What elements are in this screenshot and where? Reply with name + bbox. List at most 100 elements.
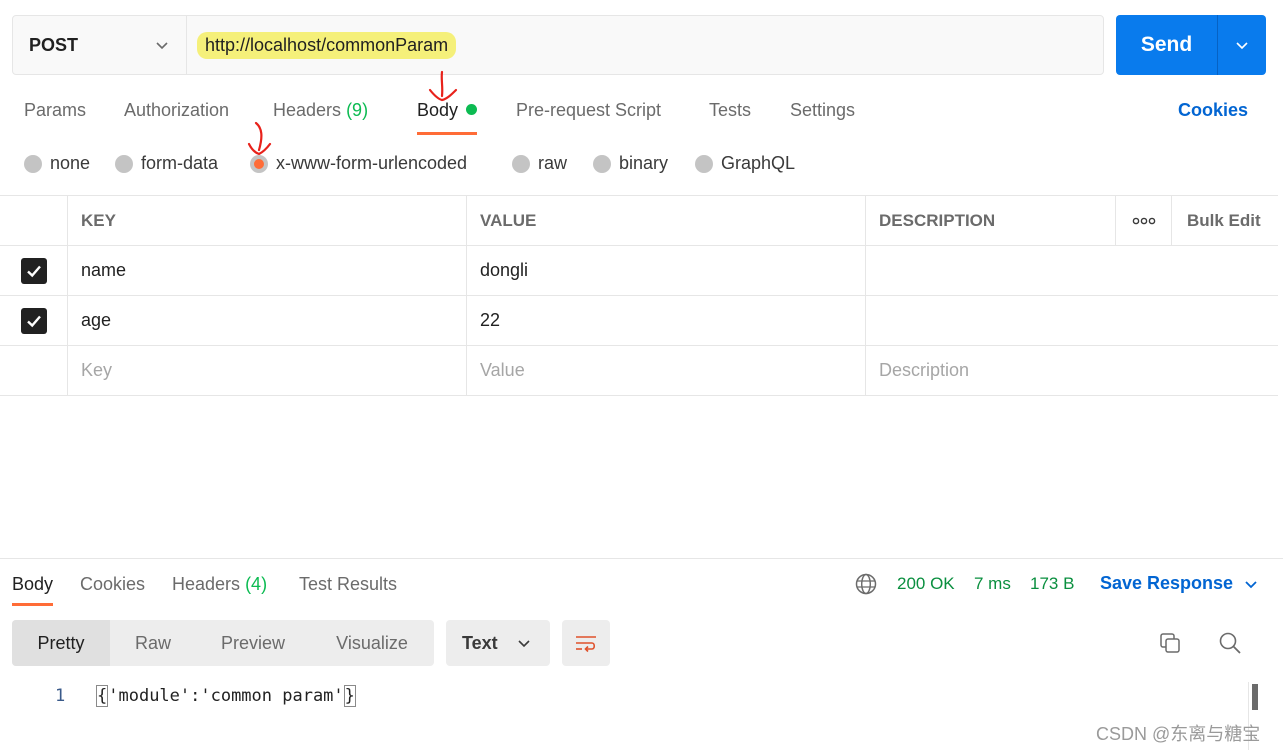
new-key-input[interactable]: Key [68,346,467,395]
tab-settings[interactable]: Settings [790,100,855,121]
radio-dot-icon [24,154,42,173]
wrap-lines-button[interactable] [562,620,610,666]
bulk-edit-button[interactable]: Bulk Edit [1172,196,1278,245]
radio-dot-icon [115,154,133,173]
method-label: POST [29,34,79,55]
close-brace: } [343,685,356,707]
view-pretty[interactable]: Pretty [12,620,110,666]
status-code[interactable]: 200 OK [897,574,955,594]
chevron-down-icon [1236,42,1248,50]
radio-dot-icon [512,154,530,173]
row-key-cell[interactable]: age [68,296,467,345]
radio-form-data[interactable]: form-data [115,153,218,174]
row-description-cell[interactable] [866,296,1278,345]
open-brace: { [96,685,109,707]
send-button[interactable]: Send [1116,15,1218,75]
response-time[interactable]: 7 ms [974,574,1011,594]
response-tab-cookies[interactable]: Cookies [80,574,145,595]
watermark: CSDN @东离与糖宝 [1096,724,1261,744]
method-select[interactable]: POST [13,16,187,74]
row-checkbox[interactable] [20,257,47,284]
table-row-new: Key Value Description [0,346,1278,396]
tab-headers-count: (9) [346,100,369,120]
column-header-key: KEY [68,196,467,245]
radio-urlencoded-label: x-www-form-urlencoded [276,153,468,173]
copy-button[interactable] [1155,628,1185,658]
tab-headers[interactable]: Headers (9) [273,100,368,121]
response-format-select[interactable]: Text [446,620,550,666]
row-checkbox[interactable] [20,307,47,334]
response-content: 'module':'common param' [108,686,344,706]
radio-dot-icon [695,154,713,173]
radio-dot-icon [593,154,611,173]
chevron-down-icon [518,640,530,648]
checkmark-icon [26,315,41,327]
send-button-group: Send [1116,15,1266,75]
radio-none[interactable]: none [24,153,90,174]
body-indicator-dot [466,104,478,115]
search-button[interactable] [1215,628,1245,658]
header-check-cell [0,196,68,245]
tab-params[interactable]: Params [24,100,86,121]
body-type-options: none form-data x-www-form-urlencoded raw… [0,150,1283,180]
new-value-input[interactable]: Value [467,346,866,395]
line-number: 1 [55,686,66,706]
annotation-arrow-icon [428,70,458,102]
radio-raw-label: raw [538,153,568,173]
row-check-cell [0,246,68,295]
response-code-line: 1 {'module':'common param'} [0,684,1240,710]
globe-icon[interactable] [854,572,878,596]
radio-raw[interactable]: raw [512,153,567,174]
radio-graphql-label: GraphQL [721,153,796,173]
checkmark-icon [26,265,41,277]
view-visualize[interactable]: Visualize [310,620,434,666]
row-description-cell[interactable] [866,246,1278,295]
tab-prerequest-script[interactable]: Pre-request Script [516,100,661,121]
more-options-button[interactable] [1116,196,1172,245]
wrap-text-icon [576,636,596,653]
row-value-cell[interactable]: dongli [467,246,866,295]
table-row: name dongli [0,246,1278,296]
radio-form-data-label: form-data [141,153,219,173]
response-divider [0,558,1283,559]
response-format-label: Text [462,632,498,653]
table-row: age 22 [0,296,1278,346]
url-text: http://localhost/commonParam [197,31,457,59]
search-icon [1219,632,1241,654]
response-tab-test-results[interactable]: Test Results [299,574,397,595]
new-description-input[interactable]: Description [866,346,1278,395]
url-input[interactable]: http://localhost/commonParam [187,16,1103,74]
row-value-cell[interactable]: 22 [467,296,866,345]
response-tab-headers-label: Headers [172,574,241,594]
scrollbar-thumb[interactable] [1252,684,1258,710]
column-header-value: VALUE [467,196,866,245]
radio-binary[interactable]: binary [593,153,668,174]
tab-headers-label: Headers [273,100,342,120]
send-options-button[interactable] [1218,15,1266,75]
response-tab-headers-count: (4) [245,574,268,594]
view-preview[interactable]: Preview [196,620,310,666]
response-tab-headers[interactable]: Headers (4) [172,574,267,595]
cookies-link[interactable]: Cookies [1178,100,1248,121]
response-code[interactable]: {'module':'common param'} [96,685,356,707]
response-tab-body[interactable]: Body [12,574,54,606]
chevron-down-icon [1245,580,1257,588]
view-raw[interactable]: Raw [110,620,196,666]
copy-icon [1160,633,1180,653]
chevron-down-icon [156,42,168,50]
save-response-button[interactable]: Save Response [1100,573,1259,594]
request-tabs: Params Authorization Headers (9) Body Pr… [0,92,1283,136]
response-size[interactable]: 173 B [1030,574,1074,594]
more-horizontal-icon [1132,217,1155,224]
radio-x-www-form-urlencoded[interactable]: x-www-form-urlencoded [250,153,467,174]
table-header-row: KEY VALUE DESCRIPTION Bulk Edit [0,196,1278,246]
row-check-cell [0,346,68,395]
radio-selected-icon [250,154,268,173]
params-table: KEY VALUE DESCRIPTION Bulk Edit name don… [0,195,1278,396]
tab-tests[interactable]: Tests [709,100,751,121]
response-view-switcher: Pretty Raw Preview Visualize [12,620,434,666]
save-response-label: Save Response [1100,573,1234,593]
row-key-cell[interactable]: name [68,246,467,295]
tab-authorization[interactable]: Authorization [124,100,229,121]
radio-graphql[interactable]: GraphQL [695,153,795,174]
